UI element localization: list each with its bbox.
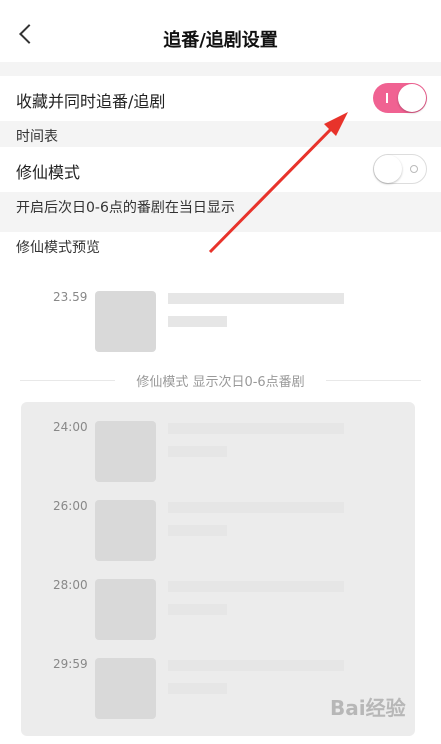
annotation-arrow-icon bbox=[208, 112, 348, 254]
watermark-logo: Bai经验 bbox=[330, 696, 406, 720]
